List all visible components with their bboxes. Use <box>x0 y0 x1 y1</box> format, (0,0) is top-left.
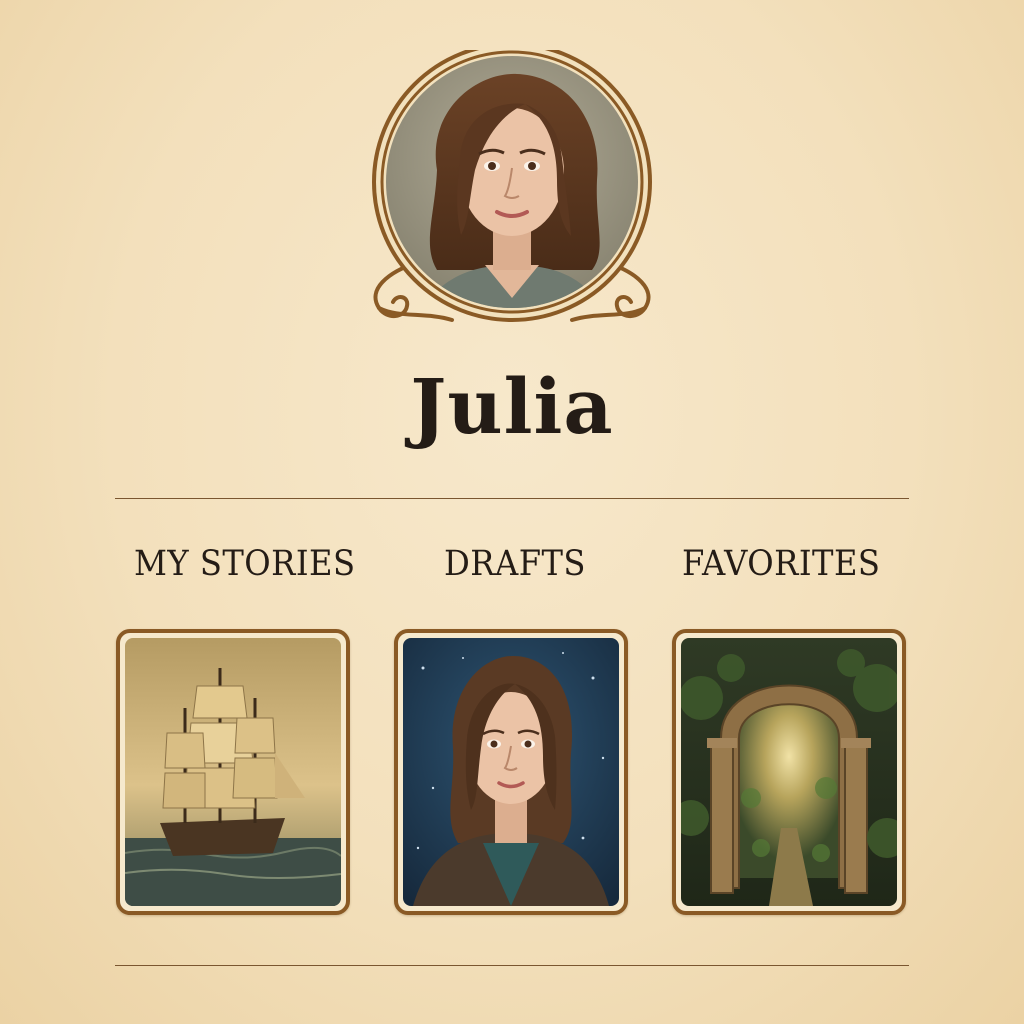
divider-top <box>115 498 909 499</box>
sailing-ship-image <box>125 638 341 906</box>
profile-avatar[interactable] <box>357 50 667 335</box>
story-card-archway[interactable] <box>672 629 906 915</box>
profile-name: Julia <box>410 362 614 451</box>
story-card-ship[interactable] <box>116 629 350 915</box>
divider-bottom <box>115 965 909 966</box>
stone-archway-image <box>681 638 897 906</box>
tab-drafts[interactable]: DRAFTS <box>444 544 586 584</box>
tab-my-stories[interactable]: MY STORIES <box>134 544 356 584</box>
tab-favorites[interactable]: FAVORITES <box>682 544 880 584</box>
girl-portrait-image <box>403 638 619 906</box>
story-card-portrait[interactable] <box>394 629 628 915</box>
